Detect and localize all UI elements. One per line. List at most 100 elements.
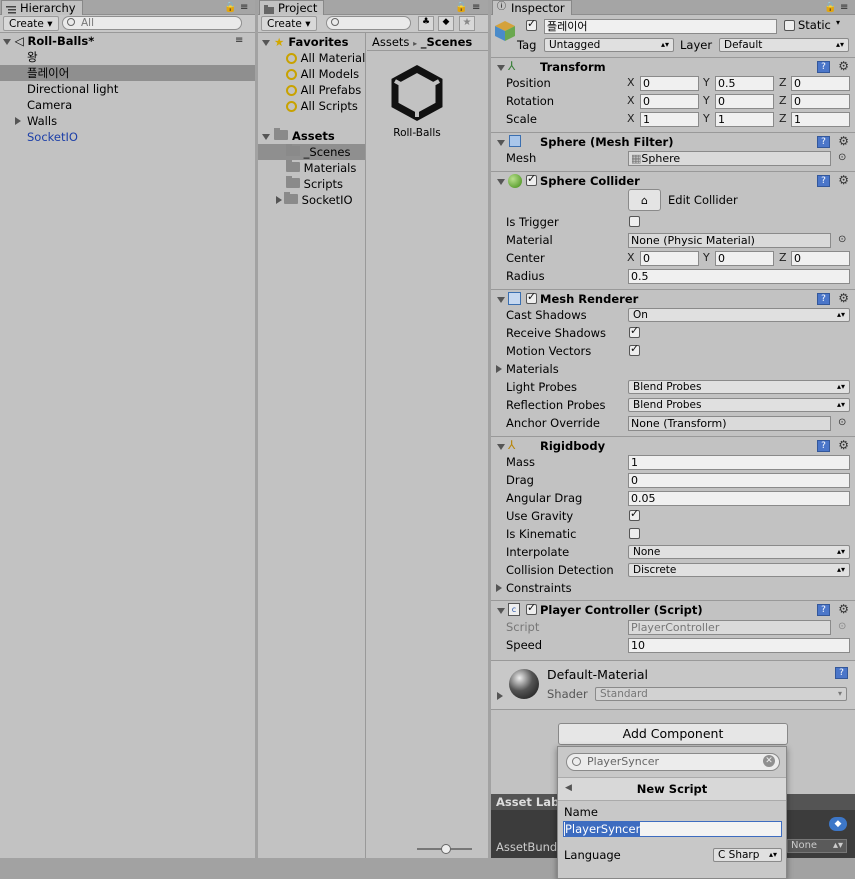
center-y-field[interactable]: 0 bbox=[715, 251, 774, 266]
hierarchy-tab[interactable]: Hierarchy bbox=[1, 0, 83, 15]
project-search-input[interactable] bbox=[326, 16, 411, 30]
mesh-renderer-header[interactable]: Mesh Renderer ? ⚙ bbox=[491, 289, 855, 308]
favorite-item[interactable]: All Models bbox=[258, 66, 365, 82]
shader-dropdown[interactable]: Standard ▾ bbox=[595, 687, 847, 701]
help-icon[interactable]: ? bbox=[817, 61, 830, 73]
object-picker-icon[interactable]: ⊙ bbox=[838, 234, 846, 245]
scene-asset[interactable]: Roll-Balls bbox=[377, 61, 457, 141]
filter-type-icon[interactable]: ♣ bbox=[418, 16, 434, 31]
gear-icon[interactable]: ⚙ bbox=[838, 134, 849, 148]
asset-folder-selected[interactable]: _Scenes bbox=[258, 144, 365, 160]
favorite-item[interactable]: All Material bbox=[258, 50, 365, 66]
tab-menu-icon[interactable]: ≡ bbox=[472, 2, 480, 13]
edit-collider-button[interactable]: ⌂ bbox=[628, 189, 661, 211]
gear-icon[interactable]: ⚙ bbox=[838, 291, 849, 305]
component-enabled-checkbox[interactable] bbox=[526, 172, 537, 186]
slider-thumb[interactable] bbox=[441, 844, 451, 854]
project-tab[interactable]: Project bbox=[259, 0, 325, 15]
component-enabled-checkbox[interactable] bbox=[526, 601, 537, 615]
fold-closed-icon[interactable] bbox=[496, 584, 502, 592]
fold-open-icon[interactable] bbox=[497, 297, 505, 303]
clear-search-icon[interactable]: ✕ bbox=[763, 755, 775, 767]
motion-vectors-checkbox[interactable] bbox=[629, 342, 640, 356]
mass-field[interactable]: 1 bbox=[628, 455, 850, 470]
language-dropdown[interactable]: C Sharp ▴▾ bbox=[713, 848, 782, 862]
component-enabled-checkbox[interactable] bbox=[526, 290, 537, 304]
favorites-header[interactable]: ★ Favorites bbox=[258, 34, 365, 50]
scale-x-field[interactable]: 1 bbox=[640, 112, 699, 127]
project-create-button[interactable]: Create ▾ bbox=[261, 16, 317, 31]
gear-icon[interactable]: ⚙ bbox=[838, 59, 849, 73]
angular-drag-field[interactable]: 0.05 bbox=[628, 491, 850, 506]
hierarchy-item-selected[interactable]: 플레이어 bbox=[0, 65, 255, 81]
constraints-foldout[interactable]: Constraints bbox=[496, 580, 572, 596]
fold-closed-icon[interactable] bbox=[497, 692, 503, 700]
rotation-z-field[interactable]: 0 bbox=[791, 94, 850, 109]
help-icon[interactable]: ? bbox=[817, 175, 830, 187]
asset-folder[interactable]: Materials bbox=[258, 160, 365, 176]
gear-icon[interactable]: ⚙ bbox=[838, 438, 849, 452]
fold-open-icon[interactable] bbox=[497, 140, 505, 146]
scale-z-field[interactable]: 1 bbox=[791, 112, 850, 127]
popup-search-input[interactable]: PlayerSyncer ✕ bbox=[566, 753, 780, 771]
rotation-y-field[interactable]: 0 bbox=[715, 94, 774, 109]
center-z-field[interactable]: 0 bbox=[791, 251, 850, 266]
hierarchy-item[interactable]: Directional light bbox=[0, 81, 255, 97]
static-dropdown-icon[interactable]: ▾ bbox=[836, 18, 840, 27]
object-name-field[interactable]: 플레이어 bbox=[544, 19, 777, 34]
object-picker-icon[interactable]: ⊙ bbox=[838, 152, 846, 163]
zoom-slider[interactable] bbox=[417, 844, 472, 854]
help-icon[interactable]: ? bbox=[817, 440, 830, 452]
breadcrumb-item[interactable]: _Scenes bbox=[421, 35, 472, 49]
position-x-field[interactable]: 0 bbox=[640, 76, 699, 91]
rigidbody-header[interactable]: ⅄ Rigidbody ? ⚙ bbox=[491, 436, 855, 455]
scene-menu-icon[interactable]: ≡ bbox=[235, 33, 243, 49]
mesh-filter-header[interactable]: Sphere (Mesh Filter) ? ⚙ bbox=[491, 132, 855, 151]
position-z-field[interactable]: 0 bbox=[791, 76, 850, 91]
fold-open-icon[interactable] bbox=[497, 179, 505, 185]
hierarchy-item-prefab[interactable]: SocketIO bbox=[0, 129, 255, 145]
center-x-field[interactable]: 0 bbox=[640, 251, 699, 266]
help-icon[interactable]: ? bbox=[817, 604, 830, 616]
favorite-item[interactable]: All Prefabs bbox=[258, 82, 365, 98]
tag-dropdown[interactable]: Untagged ▴▾ bbox=[544, 38, 674, 52]
favorite-item[interactable]: All Scripts bbox=[258, 98, 365, 114]
fold-open-icon[interactable] bbox=[3, 39, 11, 45]
anchor-override-field[interactable]: None (Transform) bbox=[628, 416, 831, 431]
fold-open-icon[interactable] bbox=[497, 608, 505, 614]
fold-open-icon[interactable] bbox=[262, 134, 270, 140]
materials-foldout[interactable]: Materials bbox=[496, 361, 559, 377]
fold-open-icon[interactable] bbox=[497, 65, 505, 71]
hierarchy-search-input[interactable]: All bbox=[62, 16, 242, 30]
inspector-tab[interactable]: ⓘ Inspector bbox=[492, 0, 572, 15]
help-icon[interactable]: ? bbox=[817, 293, 830, 305]
speed-field[interactable]: 10 bbox=[628, 638, 850, 653]
static-checkbox[interactable] bbox=[784, 20, 795, 31]
is-kinematic-checkbox[interactable] bbox=[629, 528, 640, 539]
collision-detection-dropdown[interactable]: Discrete ▴▾ bbox=[628, 563, 850, 577]
scene-row[interactable]: ◁ Roll-Balls* ≡ bbox=[0, 33, 255, 49]
object-picker-icon[interactable]: ⊙ bbox=[838, 417, 846, 428]
fold-closed-icon[interactable] bbox=[15, 117, 21, 125]
drag-field[interactable]: 0 bbox=[628, 473, 850, 488]
rotation-x-field[interactable]: 0 bbox=[640, 94, 699, 109]
hierarchy-item[interactable]: Camera bbox=[0, 97, 255, 113]
gear-icon[interactable]: ⚙ bbox=[838, 602, 849, 616]
tab-menu-icon[interactable]: ≡ bbox=[840, 2, 848, 13]
label-tag-icon[interactable]: ◆ bbox=[829, 817, 847, 831]
light-probes-dropdown[interactable]: Blend Probes ▴▾ bbox=[628, 380, 850, 394]
fold-closed-icon[interactable] bbox=[276, 196, 282, 204]
transform-header[interactable]: ⅄ Transform ? ⚙ bbox=[491, 57, 855, 76]
assets-header[interactable]: Assets bbox=[258, 128, 365, 144]
receive-shadows-checkbox[interactable] bbox=[629, 324, 640, 338]
cast-shadows-dropdown[interactable]: On ▴▾ bbox=[628, 308, 850, 322]
fold-open-icon[interactable] bbox=[262, 40, 270, 46]
layer-dropdown[interactable]: Default ▴▾ bbox=[719, 38, 849, 52]
active-checkbox[interactable] bbox=[526, 17, 537, 31]
radius-field[interactable]: 0.5 bbox=[628, 269, 850, 284]
favorite-star-icon[interactable]: ★ bbox=[459, 16, 475, 31]
fold-open-icon[interactable] bbox=[497, 444, 505, 450]
fold-closed-icon[interactable] bbox=[496, 365, 502, 373]
help-icon[interactable]: ? bbox=[835, 667, 848, 679]
lock-icon[interactable]: 🔒 bbox=[455, 2, 467, 13]
